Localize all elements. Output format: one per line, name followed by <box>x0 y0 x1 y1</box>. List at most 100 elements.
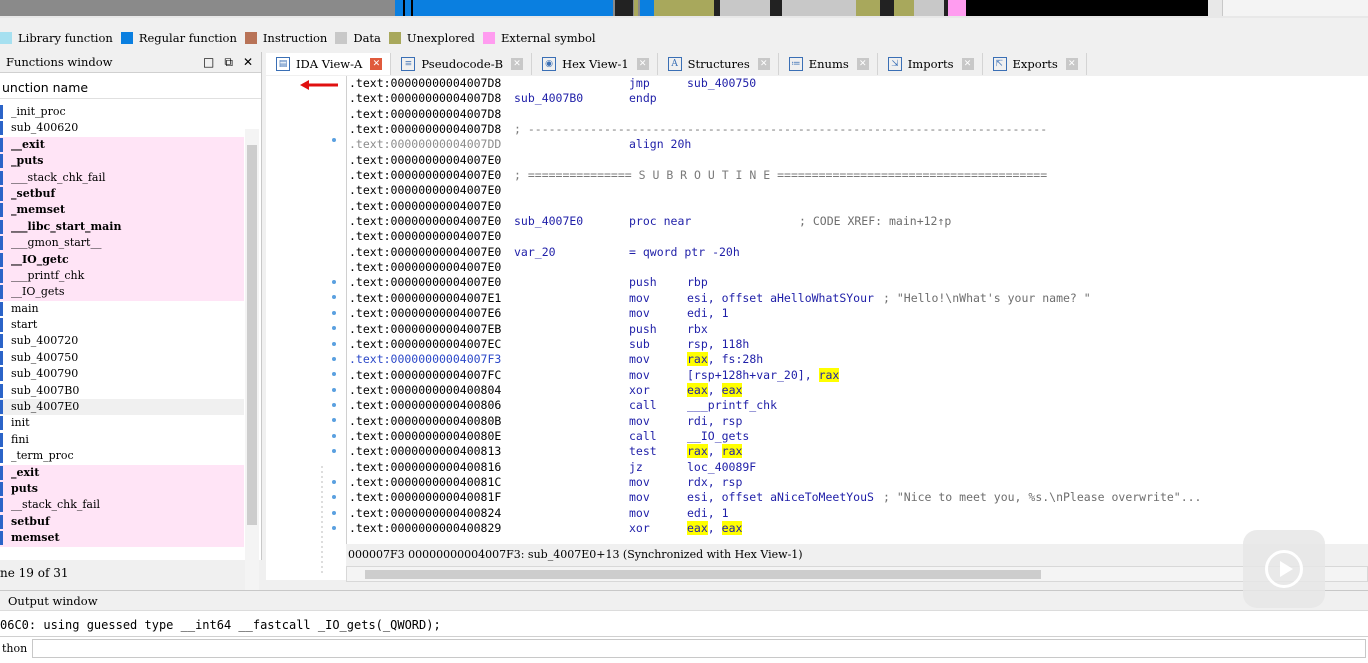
tab-close-icon[interactable]: ✕ <box>370 58 383 70</box>
function-list-item[interactable]: sub_4007E0 <box>0 399 244 416</box>
disassembly-line[interactable]: .text:0000000000400813 test rax, rax <box>347 444 1368 459</box>
function-list-item[interactable]: __exit <box>0 136 244 154</box>
navigation-band-track[interactable] <box>0 0 1208 16</box>
function-list-item[interactable]: __stack_chk_fail <box>0 497 244 514</box>
disassembly-line[interactable]: .text:00000000004007D8 <box>347 107 1368 122</box>
disassembly-line[interactable]: .text:00000000004007E0 <box>347 153 1368 168</box>
function-list-item[interactable]: ___stack_chk_fail <box>0 169 244 186</box>
function-list-item[interactable]: sub_400750 <box>0 350 244 366</box>
tab-exports[interactable]: ⇱ Exports ✕ <box>983 53 1087 75</box>
tab-close-icon[interactable]: ✕ <box>511 58 524 70</box>
disassembly-line[interactable]: .text:00000000004007E0 ; =============== … <box>347 168 1368 183</box>
functions-vertical-scrollbar[interactable] <box>245 129 259 597</box>
highlighted-register[interactable]: eax <box>721 520 743 535</box>
disassembly-line[interactable]: .text:00000000004007DD align 20h <box>347 137 1368 152</box>
disassembly-line[interactable]: .text:00000000004007D8 ; ----------------… <box>347 122 1368 137</box>
navigation-band[interactable] <box>0 0 1368 18</box>
highlighted-register[interactable]: eax <box>687 382 708 397</box>
minimize-icon[interactable]: □ <box>203 55 214 70</box>
disassembly-line[interactable]: .text:00000000004007E1 mov esi, offset aHe… <box>347 291 1368 306</box>
tab-close-icon[interactable]: ✕ <box>856 58 869 70</box>
highlighted-register[interactable]: rax <box>687 352 708 367</box>
disassembly-line[interactable]: .text:0000000000400816 jz loc_40089F <box>347 460 1368 475</box>
function-list-item[interactable]: sub_400620 <box>0 120 244 136</box>
function-list-item[interactable]: __IO_getc <box>0 251 244 268</box>
disassembly-line[interactable]: .text:00000000004007D8 jmp sub_400750 <box>347 76 1368 91</box>
tab-close-icon[interactable]: ✕ <box>1065 58 1078 70</box>
function-list-item[interactable]: _memset <box>0 202 244 219</box>
play-icon <box>1279 561 1293 577</box>
tab-hex-view-1[interactable]: ◉ Hex View-1 ✕ <box>532 53 658 75</box>
function-list-item[interactable]: init <box>0 415 244 431</box>
legend-swatch <box>482 32 495 44</box>
disassembly-line[interactable]: .text:00000000004007F3 mov rax, fs:28h <box>347 352 1368 367</box>
disassembly-line[interactable]: .text:00000000004007E0 push rbp <box>347 275 1368 290</box>
command-input[interactable] <box>32 638 1366 658</box>
function-list-item[interactable]: sub_4007B0 <box>0 383 244 399</box>
close-icon[interactable]: ✕ <box>243 55 253 70</box>
disassembly-view[interactable]: .text:00000000004007D8 jmp sub_400750 .text… <box>346 76 1368 544</box>
function-list-item[interactable]: ___gmon_start__ <box>0 235 244 252</box>
disassembly-line[interactable]: .text:000000000040080B mov rdi, rsp <box>347 414 1368 429</box>
scrollbar-thumb[interactable] <box>247 145 257 525</box>
disassembly-line[interactable]: .text:00000000004007E0 <box>347 260 1368 275</box>
tab-structures[interactable]: A Structures ✕ <box>658 53 779 75</box>
disassembly-line[interactable]: .text:00000000004007E0 <box>347 183 1368 198</box>
tab-close-icon[interactable]: ✕ <box>636 58 649 70</box>
disassembly-line[interactable]: .text:000000000040080E call __IO_gets <box>347 429 1368 444</box>
function-list-item[interactable]: _init_proc <box>0 104 244 120</box>
tab-enums[interactable]: ≔ Enums ✕ <box>779 53 878 75</box>
function-list-item[interactable]: _setbuf <box>0 185 244 203</box>
disassembly-line[interactable]: .text:0000000000400829 xor eax, eax <box>347 520 1368 536</box>
disassembly-line[interactable]: .text:00000000004007E0 var_20 = qword ptr … <box>347 245 1368 260</box>
disassembly-line[interactable]: .text:0000000000400804 xor eax, eax <box>347 382 1368 398</box>
output-window-header: Output window <box>0 591 1368 611</box>
highlighted-register[interactable]: rax <box>721 444 743 459</box>
highlighted-register[interactable]: rax <box>687 444 708 459</box>
function-list-item[interactable]: _term_proc <box>0 448 244 464</box>
disassembly-line[interactable]: .text:00000000004007E0 sub_4007E0 proc nea… <box>347 214 1368 229</box>
disassembly-line[interactable]: .text:00000000004007EC sub rsp, 118h <box>347 337 1368 352</box>
highlighted-register[interactable]: eax <box>687 520 708 535</box>
scrollbar-thumb[interactable] <box>365 570 1041 579</box>
tab-close-icon[interactable]: ✕ <box>961 58 974 70</box>
highlighted-register[interactable]: rax <box>818 367 840 382</box>
function-list-item[interactable]: ___printf_chk <box>0 267 244 285</box>
function-list-item[interactable]: ___libc_start_main <box>0 218 244 236</box>
function-name-column-header[interactable]: unction name <box>0 77 261 99</box>
disassembly-line[interactable]: .text:0000000000400824 mov edi, 1 <box>347 506 1368 521</box>
tab-close-icon[interactable]: ✕ <box>757 58 770 70</box>
function-list-item[interactable]: _puts <box>0 153 244 170</box>
navigation-band-grip[interactable] <box>1222 0 1368 16</box>
tab-imports[interactable]: ⇲ Imports ✕ <box>878 53 983 75</box>
disassembly-line[interactable]: .text:00000000004007E6 mov edi, 1 <box>347 306 1368 321</box>
functions-list[interactable]: _init_proc sub_400620 __exit _puts ___stack_… <box>0 104 244 596</box>
language-selector[interactable]: thon <box>0 642 32 655</box>
function-list-item[interactable]: _exit <box>0 464 244 481</box>
function-list-item[interactable]: memset <box>0 530 244 547</box>
function-list-item[interactable]: sub_400720 <box>0 333 244 349</box>
disassembly-line[interactable]: .text:00000000004007D8 sub_4007B0 endp <box>347 91 1368 106</box>
line-address: .text:0000000000400806 <box>349 398 502 413</box>
function-list-item[interactable]: setbuf <box>0 513 244 531</box>
disassembly-line[interactable]: .text:000000000040081C mov rdx, rsp <box>347 475 1368 490</box>
float-icon[interactable]: ⧉ <box>224 55 233 70</box>
disassembly-line[interactable]: .text:000000000040081F mov esi, offset aNi… <box>347 490 1368 505</box>
mnemonic: = qword ptr -20h <box>629 244 740 259</box>
disassembly-line[interactable]: .text:00000000004007FC mov [rsp+128h+var_2… <box>347 367 1368 383</box>
function-list-item[interactable]: fini <box>0 432 244 448</box>
function-list-item[interactable]: start <box>0 317 244 333</box>
function-list-item[interactable]: main <box>0 301 244 317</box>
highlighted-register[interactable]: eax <box>721 382 743 397</box>
function-list-item[interactable]: puts <box>0 480 244 498</box>
tab-ida-view-a[interactable]: ▤ IDA View-A ✕ <box>266 53 392 75</box>
function-list-item[interactable]: __IO_gets <box>0 284 244 301</box>
tab-pseudocode-b[interactable]: ≡ Pseudocode-B ✕ <box>391 53 533 75</box>
disassembly-line[interactable]: .text:00000000004007E0 <box>347 229 1368 244</box>
video-play-button[interactable] <box>1243 530 1325 608</box>
disassembly-line[interactable]: .text:00000000004007EB push rbx <box>347 322 1368 337</box>
disassembly-horizontal-scrollbar[interactable] <box>346 566 1368 582</box>
function-list-item[interactable]: sub_400790 <box>0 366 244 382</box>
disassembly-line[interactable]: .text:00000000004007E0 <box>347 199 1368 214</box>
disassembly-line[interactable]: .text:0000000000400806 call ___printf_chk <box>347 398 1368 413</box>
